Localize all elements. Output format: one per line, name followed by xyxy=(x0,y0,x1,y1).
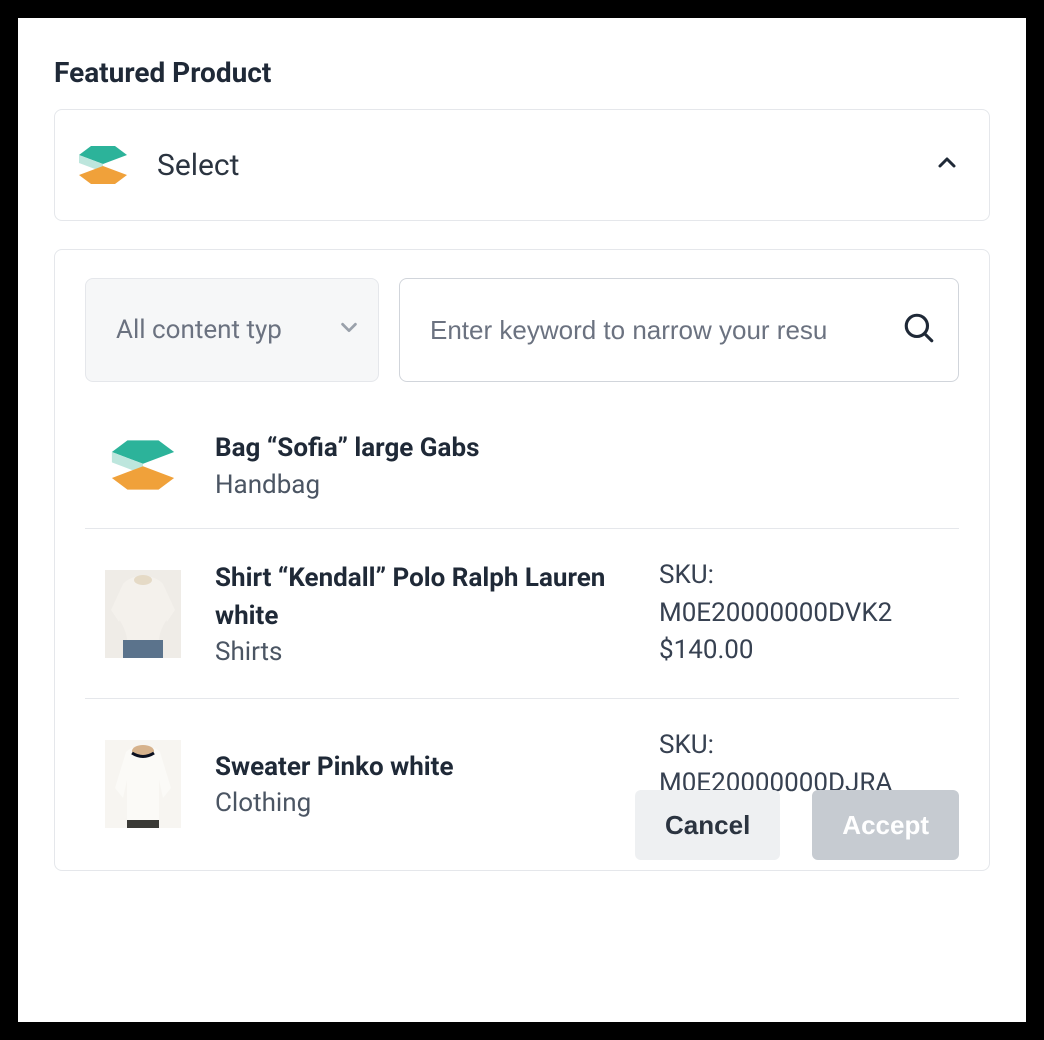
product-category: Shirts xyxy=(215,637,625,667)
list-item[interactable]: Bag “Sofia” large Gabs Handbag xyxy=(85,410,959,529)
product-price: $140.00 xyxy=(659,632,959,670)
product-thumb xyxy=(105,740,181,828)
chevron-up-icon xyxy=(935,151,959,179)
product-name: Shirt “Kendall” Polo Ralph Lauren white xyxy=(215,560,625,635)
select-label: Select xyxy=(157,148,905,183)
product-sku: M0E20000000DVK2 xyxy=(659,595,959,633)
section-title: Featured Product xyxy=(54,56,990,89)
product-category: Handbag xyxy=(215,470,625,500)
list-item[interactable]: Shirt “Kendall” Polo Ralph Lauren white … xyxy=(85,529,959,699)
product-meta: SKU: M0E20000000DVK2 $140.00 xyxy=(659,557,959,670)
brand-logo-icon xyxy=(79,138,127,192)
search-input[interactable] xyxy=(430,315,888,346)
product-name: Bag “Sofia” large Gabs xyxy=(215,430,625,468)
product-category: Clothing xyxy=(215,788,625,818)
content-type-filter[interactable]: All content typ xyxy=(85,278,379,382)
select-dropdown[interactable]: Select xyxy=(54,109,990,221)
accept-button[interactable]: Accept xyxy=(812,790,959,860)
search-box[interactable] xyxy=(399,278,959,382)
cancel-button[interactable]: Cancel xyxy=(635,790,780,860)
chevron-down-icon xyxy=(338,315,360,345)
select-panel: All content typ xyxy=(54,249,990,871)
content-type-filter-label: All content typ xyxy=(116,315,328,345)
product-thumb xyxy=(105,430,181,500)
search-icon xyxy=(902,311,936,349)
product-thumb xyxy=(105,570,181,658)
product-name: Sweater Pinko white xyxy=(215,749,625,787)
